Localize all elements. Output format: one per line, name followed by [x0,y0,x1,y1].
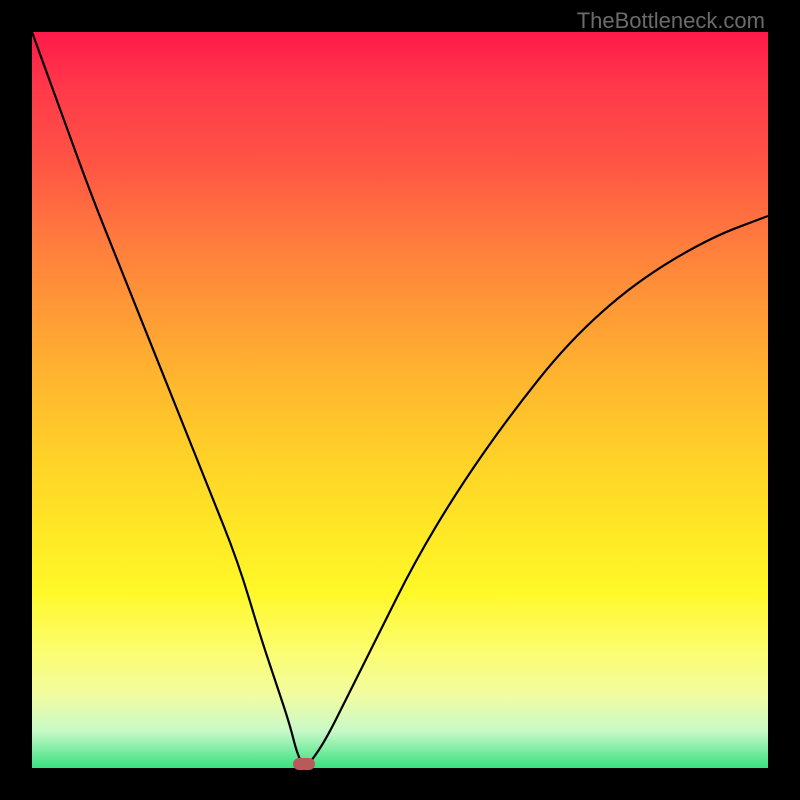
bottleneck-curve [32,32,768,768]
attribution-text: TheBottleneck.com [577,8,765,34]
chart-container: TheBottleneck.com [0,0,800,800]
optimal-marker [293,758,315,770]
